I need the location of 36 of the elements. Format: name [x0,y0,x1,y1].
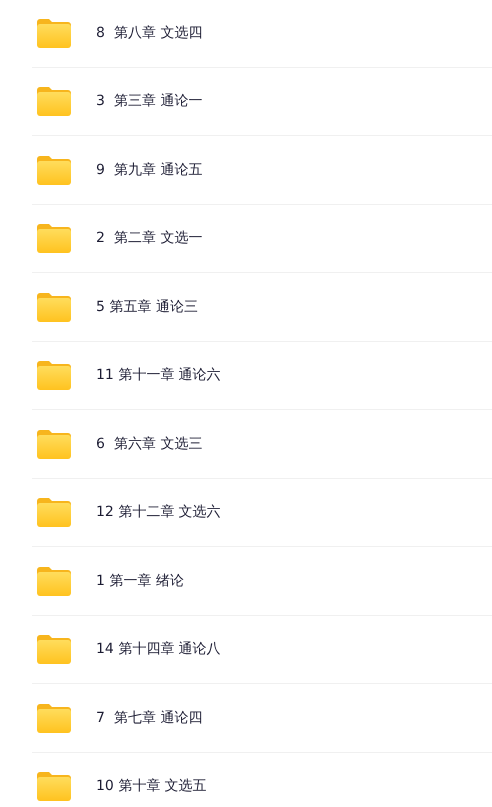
folder-name: 8 第八章 文选四 [96,24,202,42]
folder-icon [37,428,71,459]
folder-icon [37,566,71,596]
folder-icon [37,634,71,664]
folder-item[interactable]: 7 第七章 通论四 [32,684,492,752]
folder-item[interactable]: 9 第九章 通论五 [32,136,492,204]
folder-icon [37,360,71,390]
folder-icon [37,771,71,802]
folder-icon [37,497,71,528]
folder-icon [37,702,71,733]
folder-name: 14 第十四章 通论八 [96,640,221,658]
folder-name: 6 第六章 文选三 [96,434,202,453]
folder-item[interactable]: 2 第二章 文选一 [32,204,492,273]
folder-icon [37,154,71,185]
folder-item[interactable]: 5 第五章 通论三 [32,273,492,342]
folder-name: 1 第一章 绪论 [96,572,184,590]
folder-item[interactable]: 10 第十章 文选五 [32,752,492,807]
folder-name: 5 第五章 通论三 [96,298,198,316]
folder-item[interactable]: 6 第六章 文选三 [32,410,492,478]
folder-item[interactable]: 14 第十四章 通论八 [32,616,492,684]
folder-name: 11 第十一章 通论六 [96,366,221,384]
folder-item[interactable]: 11 第十一章 通论六 [32,342,492,410]
folder-item[interactable]: 8 第八章 文选四 [32,0,492,68]
folder-name: 10 第十章 文选五 [96,777,207,796]
folder-icon [37,18,71,48]
folder-icon [37,223,71,254]
folder-name: 12 第十二章 文选六 [96,503,221,522]
folder-item[interactable]: 12 第十二章 文选六 [32,478,492,547]
folder-icon [37,86,71,116]
folder-icon [37,292,71,322]
folder-item[interactable]: 1 第一章 绪论 [32,547,492,616]
folder-name: 7 第七章 通论四 [96,708,202,727]
folder-name: 2 第二章 文选一 [96,229,202,248]
folder-item[interactable]: 3 第三章 通论一 [32,68,492,136]
folder-name: 3 第三章 通论一 [96,92,202,110]
folder-name: 9 第九章 通论五 [96,160,202,179]
